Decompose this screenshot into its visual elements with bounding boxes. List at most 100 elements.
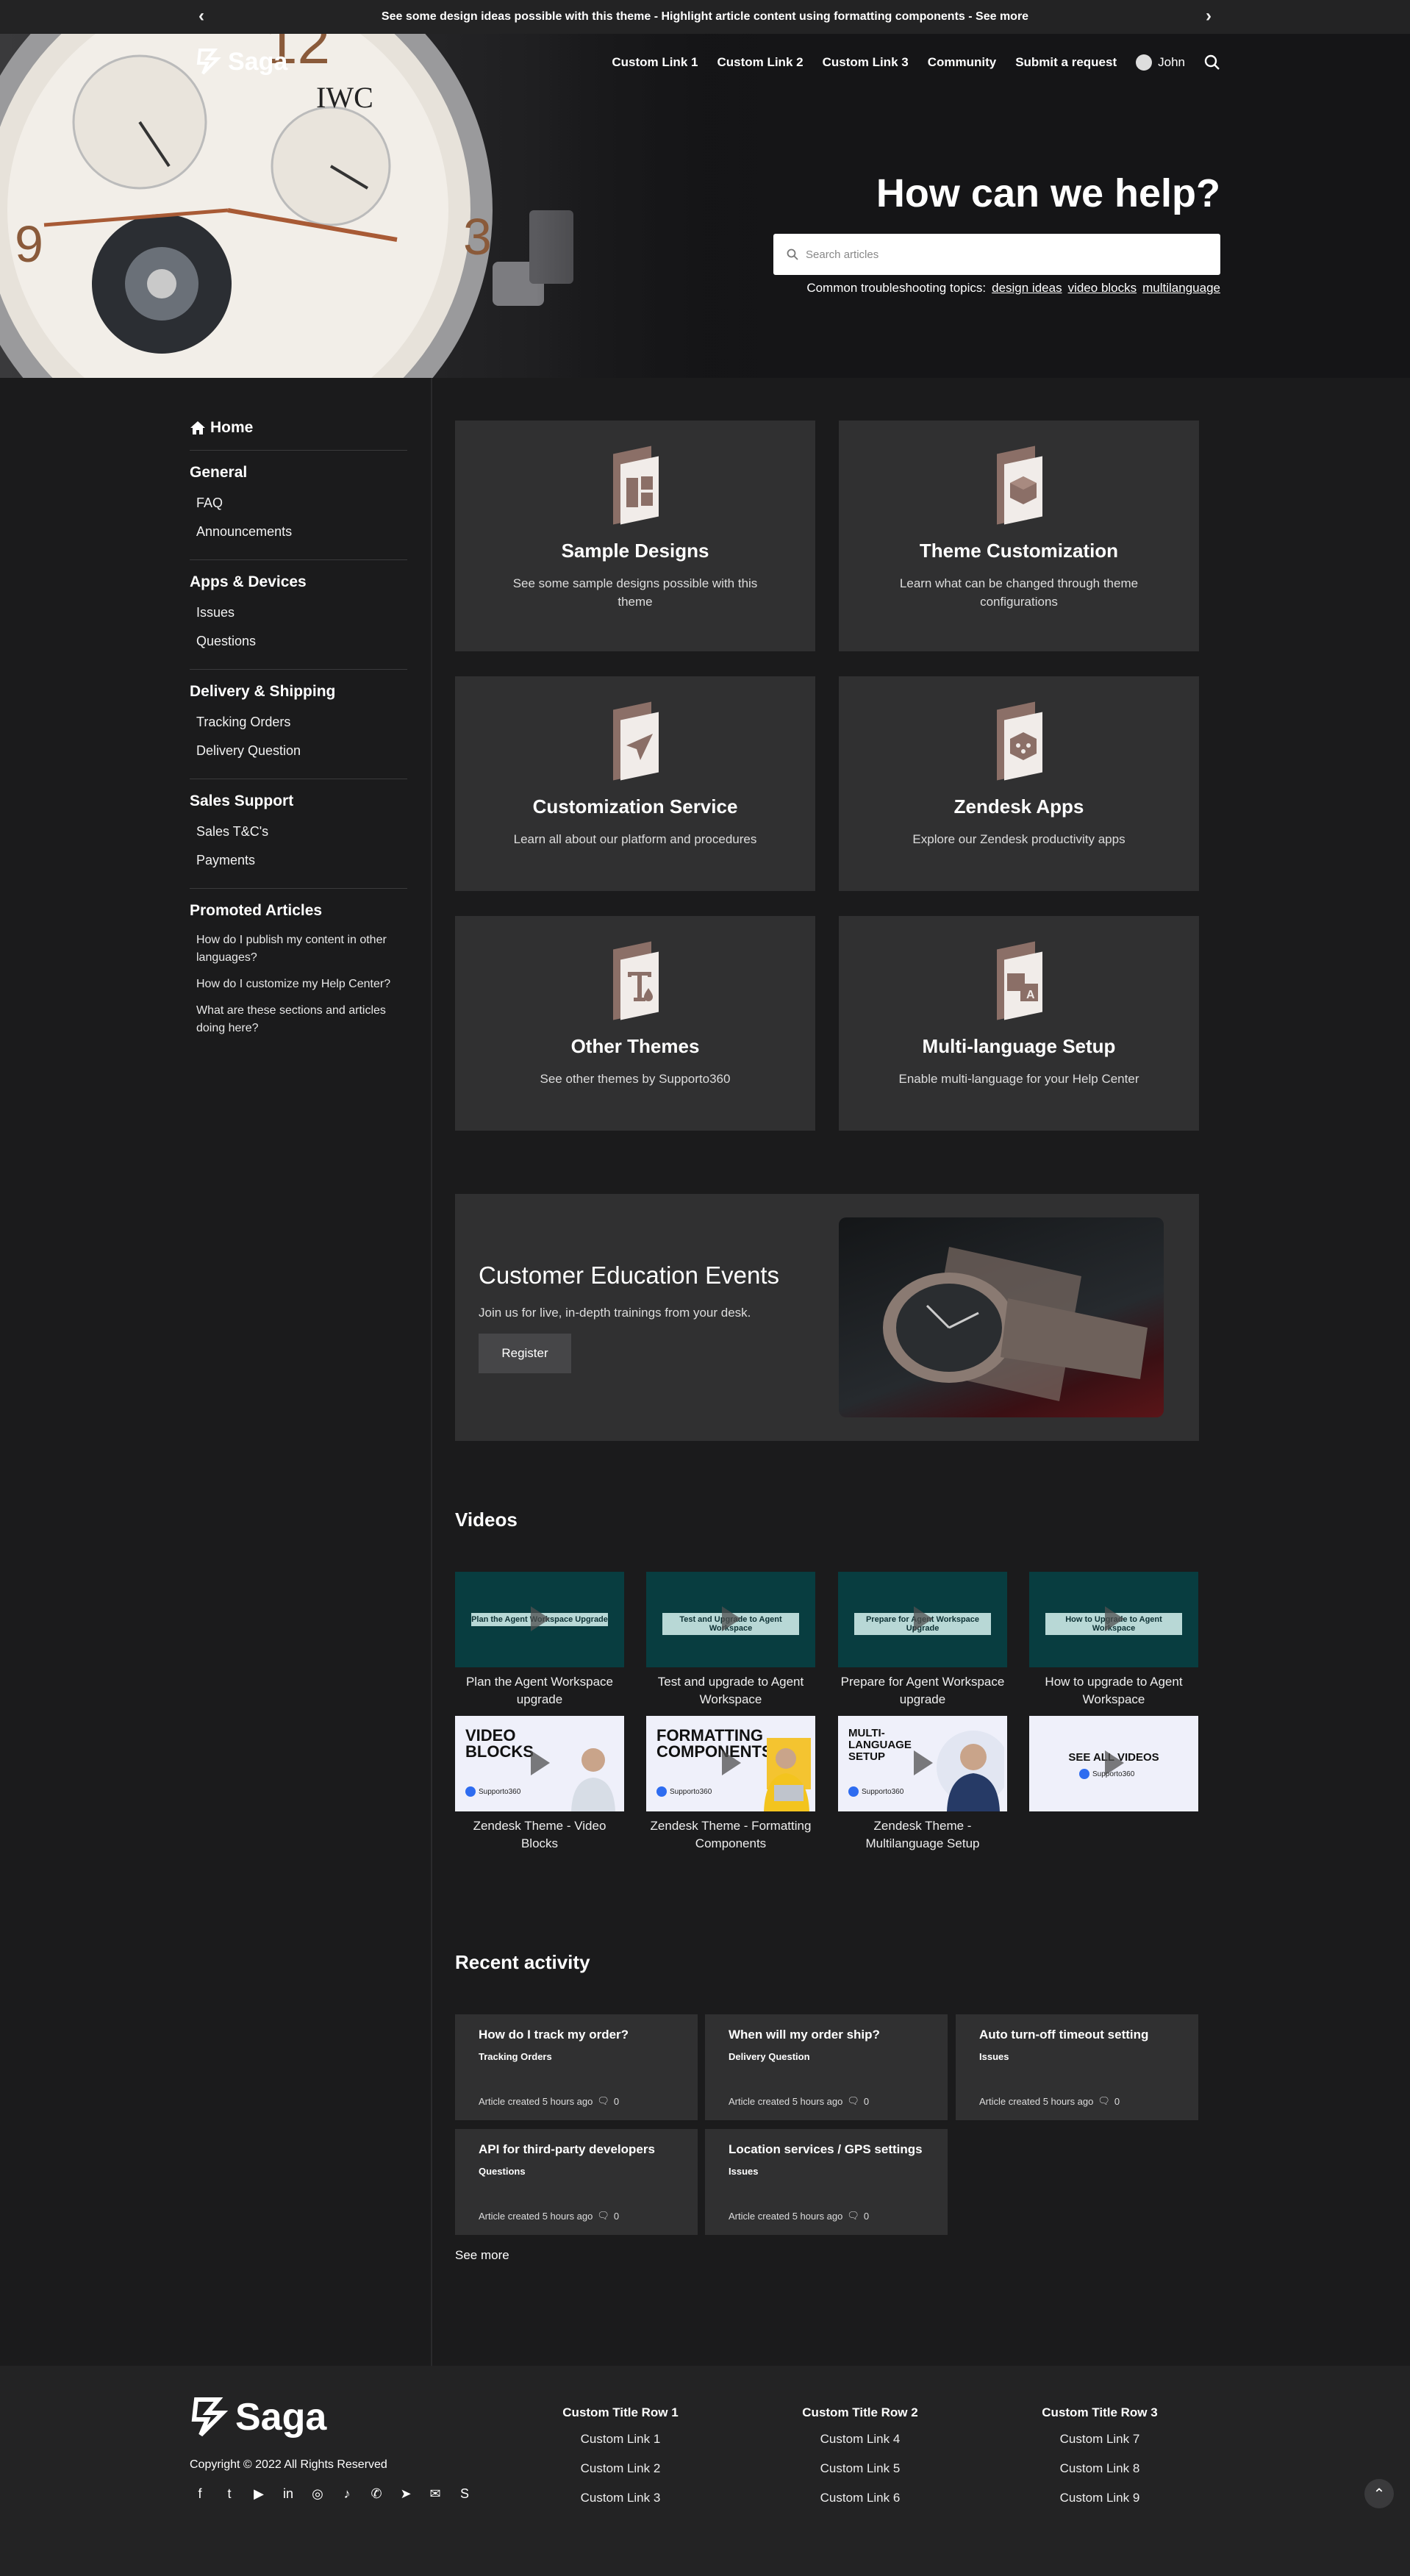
promoted-article[interactable]: How do I customize my Help Center? [190,971,407,998]
video-caption[interactable]: Zendesk Theme - Video Blocks [455,1817,624,1853]
nav-submit-request[interactable]: Submit a request [1015,55,1117,70]
register-button[interactable]: Register [479,1334,571,1373]
card-theme-customization[interactable]: Theme Customization Learn what can be ch… [839,421,1199,651]
facebook-icon[interactable]: f [190,2483,210,2504]
video-thumbnail[interactable]: FORMATTING COMPONENTS Supporto360 [646,1716,815,1811]
chevron-right-icon[interactable]: › [1206,6,1212,26]
sidebar-home[interactable]: Home [190,419,407,437]
card-sample-designs[interactable]: Sample Designs See some sample designs p… [455,421,815,651]
header-logo[interactable]: Saga [196,47,287,76]
activity-section[interactable]: Issues [979,2051,1175,2062]
video-thumbnail[interactable]: Test and Upgrade to Agent Workspace [646,1572,815,1667]
card-other-themes[interactable]: Other Themes See other themes by Support… [455,916,815,1131]
messenger-icon[interactable]: ✉ [425,2483,445,2504]
card-customization-service[interactable]: Customization Service Learn all about ou… [455,676,815,891]
activity-section[interactable]: Questions [479,2166,674,2177]
twitter-icon[interactable]: t [219,2483,240,2504]
topic-link-multilanguage[interactable]: multilanguage [1142,281,1220,296]
user-menu[interactable]: John [1136,54,1185,71]
sidebar-section-apps-devices[interactable]: Apps & Devices [190,573,407,591]
sidebar-item-announcements[interactable]: Announcements [190,518,407,546]
activity-card[interactable]: When will my order ship? Delivery Questi… [705,2014,948,2120]
promoted-article[interactable]: What are these sections and articles doi… [190,998,407,1042]
sidebar-item-issues[interactable]: Issues [190,598,407,627]
see-more-link[interactable]: See more [455,2248,509,2263]
card-desc: Explore our Zendesk productivity apps [912,832,1126,846]
footer-link[interactable]: Custom Link 7 [1026,2432,1173,2447]
tiktok-icon[interactable]: ♪ [337,2483,357,2504]
footer-column-1: Custom Title Row 1 Custom Link 1 Custom … [547,2405,694,2520]
sidebar-item-payments[interactable]: Payments [190,846,407,875]
video-thumbnail[interactable]: Prepare for Agent Workspace Upgrade [838,1572,1007,1667]
footer-link[interactable]: Custom Link 5 [787,2461,934,2476]
card-title: Sample Designs [561,540,709,562]
sidebar-section-sales-support[interactable]: Sales Support [190,793,407,810]
search-input[interactable]: Search articles [806,248,878,261]
activity-title[interactable]: API for third-party developers [479,2142,674,2157]
activity-card[interactable]: API for third-party developers Questions… [455,2129,698,2235]
activity-section[interactable]: Delivery Question [729,2051,924,2062]
activity-card[interactable]: How do I track my order? Tracking Orders… [455,2014,698,2120]
search-field[interactable]: Search articles [773,234,1220,275]
activity-title[interactable]: How do I track my order? [479,2028,674,2042]
nav-community[interactable]: Community [928,55,997,70]
sidebar-item-questions[interactable]: Questions [190,627,407,656]
chevron-up-icon: ⌃ [1373,2486,1386,2502]
footer-link[interactable]: Custom Link 2 [547,2461,694,2476]
instagram-icon[interactable]: ◎ [307,2483,328,2504]
footer-logo[interactable]: Saga [190,2395,326,2439]
nav-custom-link-2[interactable]: Custom Link 2 [717,55,803,70]
search-icon[interactable] [1204,54,1220,71]
card-multi-language[interactable]: A Multi-language Setup Enable multi-lang… [839,916,1199,1131]
promoted-article[interactable]: How do I publish my content in other lan… [190,927,407,971]
see-all-videos-thumbnail[interactable]: SEE ALL VIDEOS Supporto360 [1029,1716,1198,1811]
footer-link[interactable]: Custom Link 8 [1026,2461,1173,2476]
sidebar-item-faq[interactable]: FAQ [190,489,407,518]
activity-title[interactable]: Auto turn-off timeout setting [979,2028,1175,2042]
footer-link[interactable]: Custom Link 9 [1026,2491,1173,2505]
activity-section[interactable]: Issues [729,2166,924,2177]
video-caption[interactable]: Zendesk Theme - Formatting Components [646,1817,815,1853]
linkedin-icon[interactable]: in [278,2483,298,2504]
footer-link[interactable]: Custom Link 4 [787,2432,934,2447]
video-thumbnail[interactable]: VIDEO BLOCKS Supporto360 [455,1716,624,1811]
video-caption[interactable]: Test and upgrade to Agent Workspace [646,1673,815,1709]
nav-custom-link-1[interactable]: Custom Link 1 [612,55,698,70]
chevron-left-icon[interactable]: ‹ [198,6,204,26]
activity-meta: Article created 5 hours ago 🗨 0 [479,2210,620,2222]
skype-icon[interactable]: S [454,2483,475,2504]
video-caption[interactable]: How to upgrade to Agent Workspace [1029,1673,1198,1709]
events-title: Customer Education Events [479,1262,780,1289]
activity-section[interactable]: Tracking Orders [479,2051,674,2062]
footer-link[interactable]: Custom Link 3 [547,2491,694,2505]
activity-title[interactable]: When will my order ship? [729,2028,924,2042]
supporto360-badge: Supporto360 [465,1786,520,1797]
sidebar-item-sales-tc[interactable]: Sales T&C's [190,817,407,846]
video-thumbnail[interactable]: Plan the Agent Workspace Upgrade [455,1572,624,1667]
topic-link-design-ideas[interactable]: design ideas [992,281,1062,296]
card-zendesk-apps[interactable]: Zendesk Apps Explore our Zendesk product… [839,676,1199,891]
nav-custom-link-3[interactable]: Custom Link 3 [823,55,909,70]
video-thumbnail[interactable]: MULTI-LANGUAGE SETUP Supporto360 [838,1716,1007,1811]
sidebar-item-tracking-orders[interactable]: Tracking Orders [190,708,407,737]
video-caption[interactable]: Plan the Agent Workspace upgrade [455,1673,624,1709]
topic-link-video-blocks[interactable]: video blocks [1068,281,1137,296]
activity-title[interactable]: Location services / GPS settings [729,2142,924,2157]
telegram-icon[interactable]: ➤ [396,2483,416,2504]
footer-link[interactable]: Custom Link 6 [787,2491,934,2505]
sidebar-section-delivery[interactable]: Delivery & Shipping [190,683,407,701]
hero-title: How can we help? [876,171,1220,215]
activity-card[interactable]: Auto turn-off timeout setting Issues Art… [956,2014,1198,2120]
video-thumbnail[interactable]: How to Upgrade to Agent Workspace [1029,1572,1198,1667]
back-to-top-button[interactable]: ⌃ [1364,2479,1394,2508]
activity-card[interactable]: Location services / GPS settings Issues … [705,2129,948,2235]
video-caption[interactable]: Zendesk Theme - Multilanguage Setup [838,1817,1007,1853]
youtube-icon[interactable]: ▶ [248,2483,269,2504]
video-caption[interactable]: Prepare for Agent Workspace upgrade [838,1673,1007,1709]
whatsapp-icon[interactable]: ✆ [366,2483,387,2504]
videos-title: Videos [455,1509,518,1531]
announcement-text[interactable]: See some design ideas possible with this… [382,10,1028,24]
sidebar-item-delivery-question[interactable]: Delivery Question [190,737,407,765]
footer-link[interactable]: Custom Link 1 [547,2432,694,2447]
sidebar-section-general[interactable]: General [190,464,407,482]
